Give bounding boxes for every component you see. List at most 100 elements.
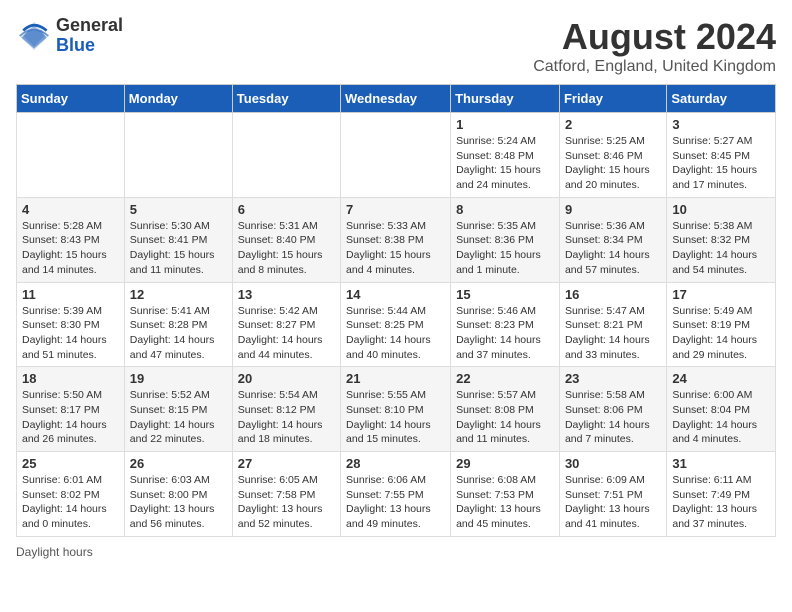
day-info: Sunrise: 5:38 AM Sunset: 8:32 PM Dayligh… [672,219,770,278]
calendar-cell: 29 Sunrise: 6:08 AM Sunset: 7:53 PM Dayli… [451,452,560,537]
calendar-cell: 22 Sunrise: 5:57 AM Sunset: 8:08 PM Dayli… [451,367,560,452]
day-number: 17 [672,287,770,302]
day-info: Sunrise: 5:39 AM Sunset: 8:30 PM Dayligh… [22,304,119,363]
calendar-cell: 20 Sunrise: 5:54 AM Sunset: 8:12 PM Dayli… [232,367,340,452]
calendar-cell [232,113,340,198]
logo: General Blue [16,16,123,56]
day-info: Sunrise: 5:42 AM Sunset: 8:27 PM Dayligh… [238,304,335,363]
calendar-cell: 21Sunrise: 5:55 AM Sunset: 8:10 PM Dayli… [341,367,451,452]
day-info: Sunrise: 5:54 AM Sunset: 8:12 PM Dayligh… [238,388,335,447]
calendar-week-row: 18Sunrise: 5:50 AM Sunset: 8:17 PM Dayli… [17,367,776,452]
calendar-week-row: 11 Sunrise: 5:39 AM Sunset: 8:30 PM Dayli… [17,282,776,367]
day-info: Sunrise: 5:57 AM Sunset: 8:08 PM Dayligh… [456,388,554,447]
calendar-cell: 23 Sunrise: 5:58 AM Sunset: 8:06 PM Dayli… [559,367,666,452]
daylight-hours-label: Daylight hours [16,545,93,559]
day-number: 27 [238,456,335,471]
day-number: 9 [565,202,661,217]
calendar-dow-monday: Monday [124,85,232,113]
day-info: Sunrise: 5:50 AM Sunset: 8:17 PM Dayligh… [22,388,119,447]
calendar-cell: 26 Sunrise: 6:03 AM Sunset: 8:00 PM Dayli… [124,452,232,537]
day-info: Sunrise: 5:41 AM Sunset: 8:28 PM Dayligh… [130,304,227,363]
calendar-week-row: 4 Sunrise: 5:28 AM Sunset: 8:43 PM Daylig… [17,197,776,282]
day-info: Sunrise: 5:47 AM Sunset: 8:21 PM Dayligh… [565,304,661,363]
day-number: 12 [130,287,227,302]
calendar-cell: 5Sunrise: 5:30 AM Sunset: 8:41 PM Daylig… [124,197,232,282]
calendar-cell: 1Sunrise: 5:24 AM Sunset: 8:48 PM Daylig… [451,113,560,198]
calendar-header-row: SundayMondayTuesdayWednesdayThursdayFrid… [17,85,776,113]
calendar-table: SundayMondayTuesdayWednesdayThursdayFrid… [16,84,776,537]
day-info: Sunrise: 5:30 AM Sunset: 8:41 PM Dayligh… [130,219,227,278]
day-number: 14 [346,287,445,302]
day-info: Sunrise: 5:52 AM Sunset: 8:15 PM Dayligh… [130,388,227,447]
day-info: Sunrise: 5:27 AM Sunset: 8:45 PM Dayligh… [672,134,770,193]
calendar-cell: 13 Sunrise: 5:42 AM Sunset: 8:27 PM Dayli… [232,282,340,367]
day-info: Sunrise: 5:36 AM Sunset: 8:34 PM Dayligh… [565,219,661,278]
day-info: Sunrise: 6:03 AM Sunset: 8:00 PM Dayligh… [130,473,227,532]
day-number: 4 [22,202,119,217]
calendar-dow-tuesday: Tuesday [232,85,340,113]
day-number: 16 [565,287,661,302]
day-number: 2 [565,117,661,132]
day-number: 3 [672,117,770,132]
location-text: Catford, England, United Kingdom [533,58,776,76]
day-info: Sunrise: 6:01 AM Sunset: 8:02 PM Dayligh… [22,473,119,532]
title-block: August 2024 Catford, England, United Kin… [533,16,776,76]
calendar-dow-wednesday: Wednesday [341,85,451,113]
day-number: 21 [346,371,445,386]
calendar-cell [17,113,125,198]
day-number: 23 [565,371,661,386]
calendar-cell: 3 Sunrise: 5:27 AM Sunset: 8:45 PM Daylig… [667,113,776,198]
day-info: Sunrise: 6:08 AM Sunset: 7:53 PM Dayligh… [456,473,554,532]
calendar-cell: 8Sunrise: 5:35 AM Sunset: 8:36 PM Daylig… [451,197,560,282]
day-number: 13 [238,287,335,302]
logo-general-text: General [56,15,123,35]
calendar-cell: 28 Sunrise: 6:06 AM Sunset: 7:55 PM Dayli… [341,452,451,537]
day-info: Sunrise: 5:28 AM Sunset: 8:43 PM Dayligh… [22,219,119,278]
calendar-cell: 15Sunrise: 5:46 AM Sunset: 8:23 PM Dayli… [451,282,560,367]
calendar-week-row: 25 Sunrise: 6:01 AM Sunset: 8:02 PM Dayli… [17,452,776,537]
day-number: 20 [238,371,335,386]
logo-blue-text: Blue [56,35,95,55]
calendar-cell [124,113,232,198]
day-number: 19 [130,371,227,386]
month-title: August 2024 [533,16,776,58]
calendar-cell: 24 Sunrise: 6:00 AM Sunset: 8:04 PM Dayli… [667,367,776,452]
day-info: Sunrise: 6:00 AM Sunset: 8:04 PM Dayligh… [672,388,770,447]
calendar-dow-friday: Friday [559,85,666,113]
day-info: Sunrise: 6:06 AM Sunset: 7:55 PM Dayligh… [346,473,445,532]
day-number: 25 [22,456,119,471]
calendar-cell [341,113,451,198]
calendar-cell: 31 Sunrise: 6:11 AM Sunset: 7:49 PM Dayli… [667,452,776,537]
calendar-cell: 14 Sunrise: 5:44 AM Sunset: 8:25 PM Dayli… [341,282,451,367]
day-number: 24 [672,371,770,386]
day-number: 6 [238,202,335,217]
day-info: Sunrise: 5:49 AM Sunset: 8:19 PM Dayligh… [672,304,770,363]
calendar-cell: 10Sunrise: 5:38 AM Sunset: 8:32 PM Dayli… [667,197,776,282]
day-info: Sunrise: 5:25 AM Sunset: 8:46 PM Dayligh… [565,134,661,193]
day-info: Sunrise: 5:58 AM Sunset: 8:06 PM Dayligh… [565,388,661,447]
day-number: 26 [130,456,227,471]
footer-note: Daylight hours [16,545,776,559]
calendar-dow-saturday: Saturday [667,85,776,113]
day-info: Sunrise: 6:05 AM Sunset: 7:58 PM Dayligh… [238,473,335,532]
day-info: Sunrise: 5:35 AM Sunset: 8:36 PM Dayligh… [456,219,554,278]
calendar-week-row: 1Sunrise: 5:24 AM Sunset: 8:48 PM Daylig… [17,113,776,198]
logo-icon [16,18,52,54]
day-info: Sunrise: 6:11 AM Sunset: 7:49 PM Dayligh… [672,473,770,532]
day-info: Sunrise: 5:24 AM Sunset: 8:48 PM Dayligh… [456,134,554,193]
day-info: Sunrise: 5:44 AM Sunset: 8:25 PM Dayligh… [346,304,445,363]
day-number: 7 [346,202,445,217]
day-number: 22 [456,371,554,386]
calendar-cell: 11 Sunrise: 5:39 AM Sunset: 8:30 PM Dayli… [17,282,125,367]
day-number: 29 [456,456,554,471]
day-number: 11 [22,287,119,302]
day-info: Sunrise: 5:31 AM Sunset: 8:40 PM Dayligh… [238,219,335,278]
calendar-cell: 18Sunrise: 5:50 AM Sunset: 8:17 PM Dayli… [17,367,125,452]
day-info: Sunrise: 6:09 AM Sunset: 7:51 PM Dayligh… [565,473,661,532]
calendar-dow-sunday: Sunday [17,85,125,113]
day-number: 28 [346,456,445,471]
day-number: 15 [456,287,554,302]
calendar-cell: 6 Sunrise: 5:31 AM Sunset: 8:40 PM Daylig… [232,197,340,282]
day-number: 31 [672,456,770,471]
calendar-cell: 27 Sunrise: 6:05 AM Sunset: 7:58 PM Dayli… [232,452,340,537]
